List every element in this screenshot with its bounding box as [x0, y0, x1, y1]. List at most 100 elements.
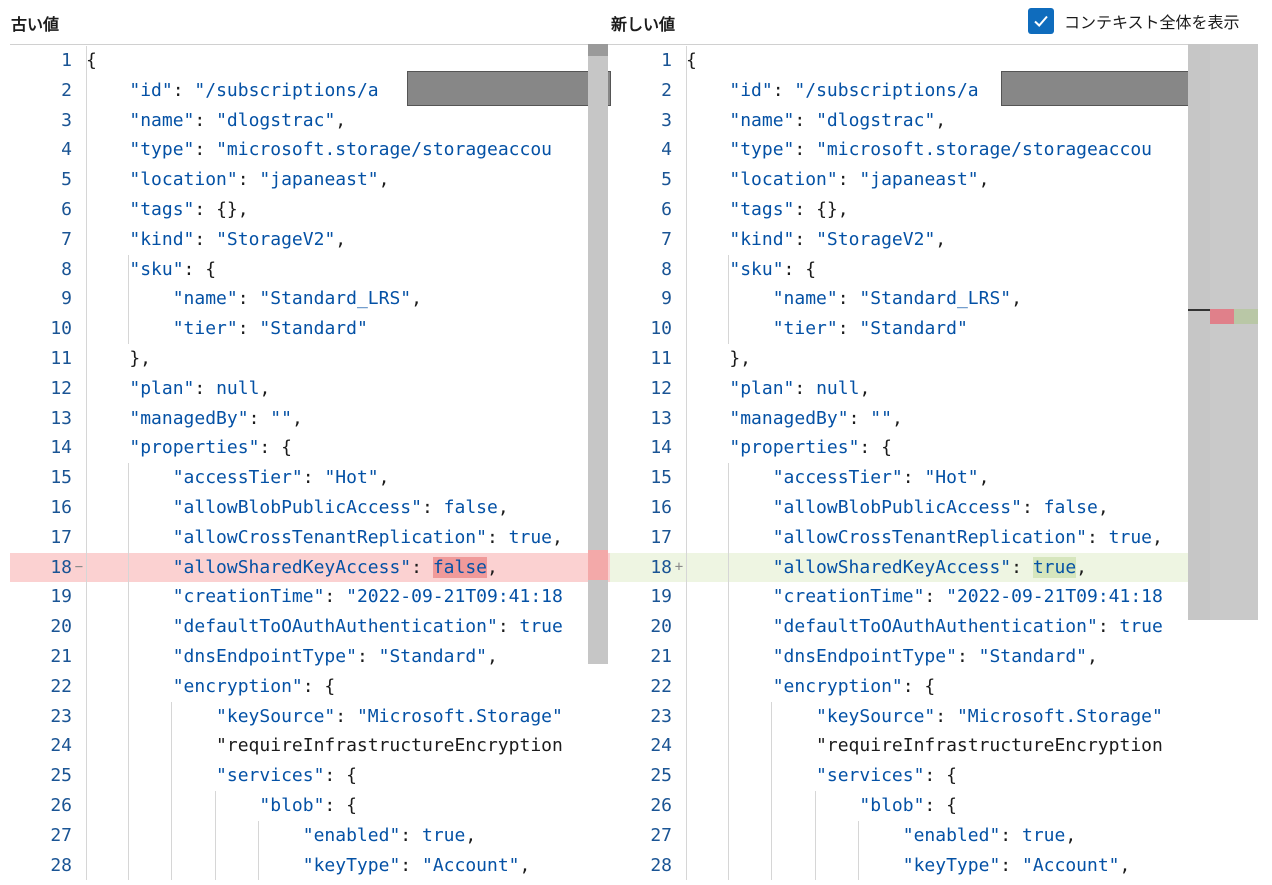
code-text: "managedBy": "",	[129, 407, 303, 429]
line-number: 23	[50, 705, 72, 727]
code-text: "dnsEndpointType": "Standard",	[172, 646, 498, 667]
code-line: 8 "sku": {	[610, 255, 1210, 285]
line-number: 24	[650, 735, 672, 757]
code-line: 25 "services": {	[10, 761, 610, 791]
indent-guide	[86, 46, 87, 881]
code-text: "name": "Standard_LRS",	[772, 288, 1022, 310]
code-text: "requireInfrastructureEncryption	[86, 735, 563, 757]
code-line: 5 "location": "japaneast",	[10, 165, 610, 195]
code-text: "properties": {	[729, 437, 892, 459]
code-line: 12 "plan": null,	[10, 374, 610, 404]
code-text: },	[86, 348, 152, 369]
code-line: 22 "encryption": {	[10, 672, 610, 702]
line-number: 28	[50, 854, 72, 876]
code-text: "id": "/subscriptions/a	[129, 79, 379, 101]
code-line: 4 "type": "microsoft.storage/storageacco…	[10, 135, 610, 165]
line-number: 6	[661, 199, 672, 220]
overview-removed-marker	[1210, 309, 1234, 324]
code-line: 27 "enabled": true,	[610, 821, 1210, 851]
checkbox-checked-icon[interactable]	[1028, 8, 1054, 34]
line-number: 3	[61, 109, 72, 131]
code-line: 17 "allowCrossTenantReplication": true,	[610, 523, 1210, 553]
code-text: "allowCrossTenantReplication": true,	[172, 526, 563, 548]
old-value-editor[interactable]: 1 {2 "id": "/subscriptions/a 3 "name": "dl…	[10, 44, 610, 885]
code-text: "accessTier": "Hot",	[172, 467, 390, 489]
line-number: 2	[61, 79, 72, 101]
code-line: 3 "name": "dlogstrac",	[10, 106, 610, 136]
code-line: 15 "accessTier": "Hot",	[610, 463, 1210, 493]
line-number: 14	[650, 437, 672, 459]
line-number: 9	[661, 288, 672, 310]
indent-guide	[728, 254, 730, 344]
code-text: "encryption": {	[172, 675, 336, 697]
code-text: "kind": "StorageV2",	[129, 228, 347, 250]
code-text: "keyType": "Account",	[302, 854, 531, 876]
line-number: 6	[61, 199, 72, 220]
code-text: "tags": {},	[729, 199, 849, 220]
code-line: 13 "managedBy": "",	[610, 404, 1210, 434]
code-line: 9 "name": "Standard_LRS",	[10, 284, 610, 314]
indent-guide	[771, 701, 773, 881]
code-line: 23 "keySource": "Microsoft.Storage"	[610, 702, 1210, 732]
line-number: 4	[661, 139, 672, 161]
code-text: "keySource": "Microsoft.Storage"	[216, 705, 563, 727]
line-number: 17	[50, 526, 72, 548]
code-text: {	[686, 50, 697, 71]
line-number: 13	[50, 407, 72, 429]
line-number: 19	[650, 586, 672, 608]
code-text: "requireInfrastructureEncryption	[686, 735, 1163, 757]
code-text: "enabled": true,	[302, 824, 477, 846]
code-text: "kind": "StorageV2",	[729, 228, 947, 250]
show-full-context-toggle[interactable]: コンテキスト全体を表示	[1028, 6, 1240, 36]
code-text: "creationTime": "2022-09-21T09:41:18	[172, 586, 563, 608]
removed-line: 18− "allowSharedKeyAccess": false,	[10, 552, 610, 583]
code-line: 24 "requireInfrastructureEncryption	[610, 731, 1210, 761]
line-number: 8	[661, 258, 672, 280]
code-line: 5 "location": "japaneast",	[610, 165, 1210, 195]
code-text: "blob": {	[259, 795, 357, 816]
code-line: 7 "kind": "StorageV2",	[610, 225, 1210, 255]
line-number: 10	[50, 318, 72, 340]
new-editor-scrollbar[interactable]	[1188, 44, 1210, 620]
code-line: 28 "keyType": "Account",	[10, 851, 610, 881]
line-number: 11	[650, 348, 672, 369]
line-number: 18	[650, 556, 672, 578]
line-number: 22	[50, 675, 72, 697]
code-text: "allowBlobPublicAccess": false,	[172, 497, 509, 518]
line-number: 7	[61, 228, 72, 250]
code-text: {	[86, 50, 97, 71]
new-value-editor[interactable]: 1 {2 "id": "/subscriptions/a 3 "name": "dl…	[610, 44, 1210, 885]
code-text: "keyType": "Account",	[902, 854, 1131, 876]
old-editor-scroll-thumb[interactable]	[588, 44, 608, 56]
line-number: 26	[50, 795, 72, 816]
diff-overview-ruler[interactable]	[1210, 44, 1258, 620]
line-number: 22	[650, 675, 672, 697]
indent-guide	[214, 791, 216, 881]
code-text: "accessTier": "Hot",	[772, 467, 990, 489]
code-line: 7 "kind": "StorageV2",	[10, 225, 610, 255]
code-line: 21 "dnsEndpointType": "Standard",	[610, 642, 1210, 672]
line-number: 10	[650, 318, 672, 340]
code-text: "allowSharedKeyAccess": false,	[172, 556, 498, 578]
indent-guide	[686, 46, 687, 881]
old-editor-diff-marker	[588, 550, 608, 580]
diff-header: 古い値 新しい値 コンテキスト全体を表示	[0, 0, 1272, 44]
code-line: 26 "blob": {	[610, 791, 1210, 821]
line-number: 21	[50, 646, 72, 667]
code-text: "allowCrossTenantReplication": true,	[772, 526, 1163, 548]
code-text: "name": "dlogstrac",	[729, 109, 947, 131]
code-text: "type": "microsoft.storage/storageaccou	[129, 139, 553, 161]
code-text: "plan": null,	[129, 377, 271, 399]
code-line: 4 "type": "microsoft.storage/storageacco…	[610, 135, 1210, 165]
code-line: 20 "defaultToOAuthAuthentication": true	[10, 612, 610, 642]
line-number: 12	[50, 377, 72, 399]
line-number: 11	[50, 348, 72, 369]
code-text: "services": {	[816, 765, 957, 787]
line-number: 2	[661, 79, 672, 101]
code-line: 23 "keySource": "Microsoft.Storage"	[10, 702, 610, 732]
show-full-context-label: コンテキスト全体を表示	[1064, 13, 1240, 32]
editor-top-border	[610, 44, 1210, 45]
code-text: "name": "Standard_LRS",	[172, 288, 422, 310]
redacted-block	[1001, 71, 1205, 106]
indent-guide	[814, 791, 816, 881]
